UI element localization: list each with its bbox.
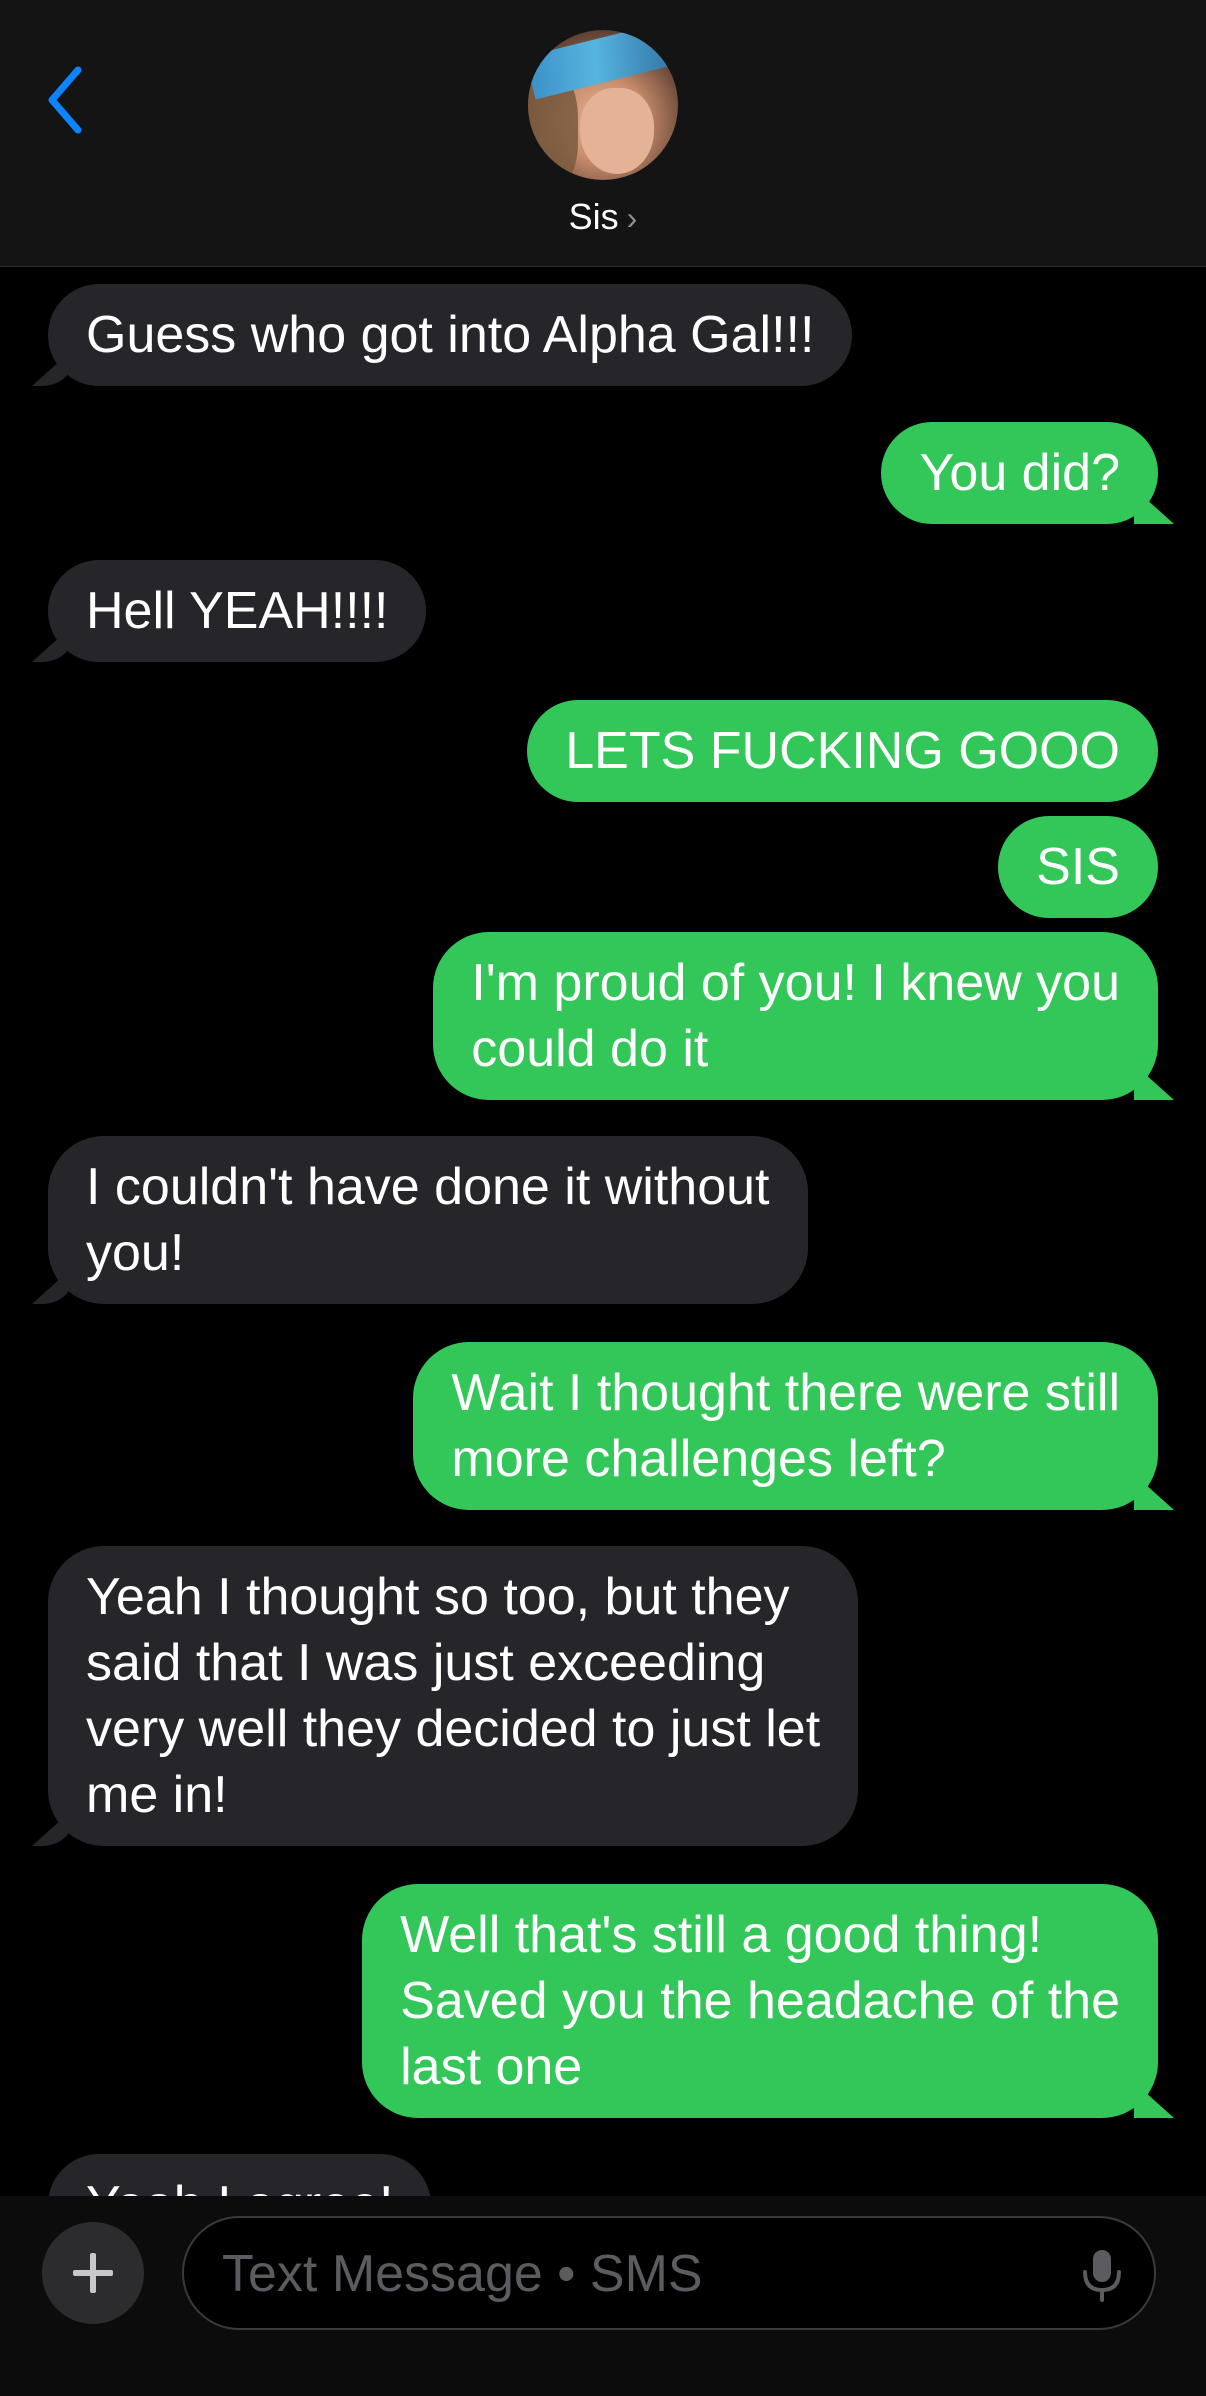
contact-name: Sis bbox=[568, 196, 619, 237]
contact-name-button[interactable]: Sis › bbox=[0, 196, 1206, 238]
conversation-header: Sis › bbox=[0, 0, 1206, 267]
message-composer bbox=[0, 2196, 1206, 2396]
message-bubble-incoming[interactable]: I couldn't have done it without you! bbox=[48, 1136, 808, 1304]
message-bubble-incoming[interactable]: Hell YEAH!!!! bbox=[48, 560, 427, 662]
message-bubble-outgoing[interactable]: LETS FUCKING GOOO bbox=[527, 700, 1158, 802]
message-bubble-outgoing[interactable]: SIS bbox=[998, 816, 1158, 918]
contact-avatar[interactable] bbox=[528, 30, 678, 180]
message-bubble-incoming[interactable]: Guess who got into Alpha Gal!!! bbox=[48, 284, 853, 386]
back-button[interactable] bbox=[40, 60, 100, 140]
message-bubble-incoming[interactable]: Yeah I agree! bbox=[48, 2154, 432, 2196]
message-bubble-outgoing[interactable]: I'm proud of you! I knew you could do it bbox=[433, 932, 1158, 1100]
message-bubble-outgoing[interactable]: Well that's still a good thing! Saved yo… bbox=[362, 1884, 1158, 2118]
dictation-button[interactable] bbox=[1078, 2246, 1126, 2304]
microphone-icon bbox=[1083, 2250, 1121, 2302]
message-field[interactable] bbox=[182, 2216, 1156, 2330]
message-thread[interactable]: Guess who got into Alpha Gal!!! You did?… bbox=[0, 266, 1206, 2196]
add-attachment-button[interactable] bbox=[42, 2222, 144, 2324]
message-bubble-outgoing[interactable]: You did? bbox=[881, 422, 1158, 524]
back-chevron-icon bbox=[48, 66, 82, 134]
message-bubble-outgoing[interactable]: Wait I thought there were still more cha… bbox=[413, 1342, 1158, 1510]
message-input[interactable] bbox=[220, 2238, 1024, 2310]
message-bubble-incoming[interactable]: Yeah I thought so too, but they said tha… bbox=[48, 1546, 859, 1846]
chevron-right-icon: › bbox=[626, 200, 638, 236]
